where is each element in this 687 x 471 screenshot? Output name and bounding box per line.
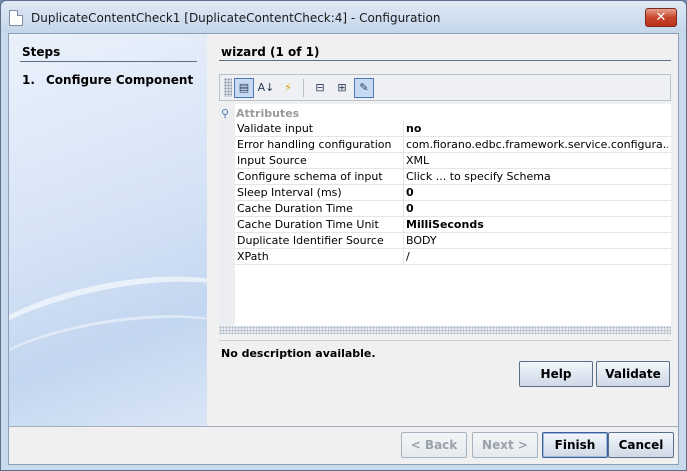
property-row[interactable]: Cache Duration Time Unit MilliSeconds	[235, 217, 671, 233]
validate-button[interactable]: Validate	[596, 361, 670, 387]
property-row[interactable]: XPath /	[235, 249, 671, 265]
property-value[interactable]: BODY	[406, 234, 668, 249]
description-text: No description available.	[221, 347, 376, 360]
steps-divider	[20, 61, 197, 62]
property-row[interactable]: Input Source XML	[235, 153, 671, 169]
property-name: Sleep Interval (ms)	[237, 186, 342, 199]
description-divider	[219, 340, 671, 341]
property-value[interactable]: com.fiorano.edbc.framework.service.confi…	[406, 138, 668, 153]
splitter-handle[interactable]	[219, 326, 671, 334]
footer-divider	[9, 426, 678, 427]
property-row[interactable]: Duplicate Identifier Source BODY	[235, 233, 671, 249]
configuration-dialog: DuplicateContentCheck1 [DuplicateContent…	[0, 0, 687, 471]
property-divider	[403, 121, 404, 137]
property-divider	[403, 169, 404, 185]
property-row[interactable]: Validate input no	[235, 121, 671, 137]
document-icon	[9, 10, 23, 26]
steps-panel: Steps 1. Configure Component	[9, 34, 207, 426]
title-bar[interactable]: DuplicateContentCheck1 [DuplicateContent…	[1, 1, 686, 33]
property-divider	[403, 185, 404, 201]
cancel-button[interactable]: Cancel	[608, 432, 674, 458]
edit-properties-icon[interactable]: ✎	[354, 78, 374, 98]
wizard-divider	[219, 60, 671, 61]
property-divider	[403, 249, 404, 265]
property-name: Input Source	[237, 154, 307, 167]
property-name: Configure schema of input	[237, 170, 383, 183]
toolbar-grip[interactable]	[224, 78, 232, 97]
property-sheet-gutter	[219, 104, 235, 334]
window-title: DuplicateContentCheck1 [DuplicateContent…	[31, 11, 441, 25]
wizard-title: wizard (1 of 1)	[221, 45, 320, 59]
property-name: Error handling configuration	[237, 138, 392, 151]
property-value[interactable]: 0	[406, 202, 668, 217]
property-value[interactable]: no	[406, 122, 668, 137]
property-toolbar: ▤ A↓ ⚡ ⊟ ⊞ ✎	[219, 74, 671, 101]
finish-button[interactable]: Finish	[542, 432, 608, 458]
property-sheet: ⚲ Attributes Validate input no Error han…	[219, 104, 671, 334]
collapse-all-icon[interactable]: ⊟	[310, 78, 330, 98]
expand-all-icon[interactable]: ⊞	[332, 78, 352, 98]
step-number: 1.	[22, 73, 35, 87]
property-value[interactable]: MilliSeconds	[406, 218, 668, 233]
property-name: Cache Duration Time Unit	[237, 218, 379, 231]
toolbar-separator	[303, 79, 304, 97]
property-value[interactable]: /	[406, 250, 668, 265]
help-button[interactable]: Help	[519, 361, 593, 387]
property-name: XPath	[237, 250, 269, 263]
property-row[interactable]: Cache Duration Time 0	[235, 201, 671, 217]
property-name: Duplicate Identifier Source	[237, 234, 384, 247]
property-name: Validate input	[237, 122, 314, 135]
property-row[interactable]: Error handling configuration com.fiorano…	[235, 137, 671, 153]
property-row[interactable]: Configure schema of input Click ... to s…	[235, 169, 671, 185]
flash-icon[interactable]: ⚡	[278, 78, 298, 98]
step-configure-component[interactable]: Configure Component	[46, 73, 193, 87]
property-divider	[403, 137, 404, 153]
close-button[interactable]: ✕	[645, 8, 677, 27]
categorized-view-icon[interactable]: ▤	[234, 78, 254, 98]
property-value[interactable]: XML	[406, 154, 668, 169]
property-name: Cache Duration Time	[237, 202, 353, 215]
property-divider	[403, 233, 404, 249]
category-attributes[interactable]: Attributes	[236, 107, 299, 120]
property-value[interactable]: 0	[406, 186, 668, 201]
property-row[interactable]: Sleep Interval (ms) 0	[235, 185, 671, 201]
property-divider	[403, 153, 404, 169]
dialog-body: Steps 1. Configure Component wizard (1 o…	[8, 33, 679, 465]
back-button[interactable]: < Back	[401, 432, 467, 458]
steps-title: Steps	[22, 45, 61, 59]
property-divider	[403, 201, 404, 217]
property-value[interactable]: Click ... to specify Schema	[406, 170, 668, 185]
sort-alphabetical-icon[interactable]: A↓	[256, 78, 276, 98]
next-button[interactable]: Next >	[472, 432, 538, 458]
property-divider	[403, 217, 404, 233]
category-toggle-icon[interactable]: ⚲	[221, 107, 229, 120]
